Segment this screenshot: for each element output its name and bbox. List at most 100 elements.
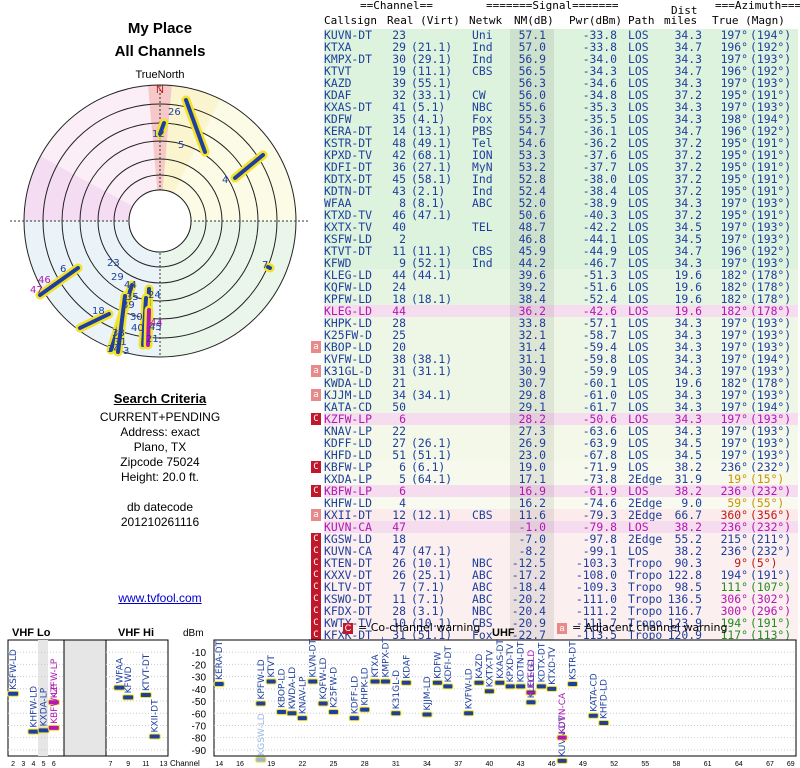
- channel-tick: 3: [21, 761, 25, 768]
- channel-tick: 19: [267, 761, 275, 768]
- header-nm: NM(dB): [514, 14, 554, 27]
- station-bar: [370, 679, 380, 684]
- station-bar: [422, 712, 432, 717]
- criteria-heading: Search Criteria: [113, 391, 207, 406]
- station-bar-label: KMPX-DT: [381, 637, 391, 678]
- station-bar-label: KATA-CD: [589, 673, 599, 711]
- cell-net: ABC: [472, 196, 493, 210]
- cell-virt: (18.1): [411, 292, 453, 306]
- station-bar-label: KSFW-LD: [9, 649, 19, 690]
- station-bar-label: KDTX-DT: [537, 642, 547, 682]
- station-bar: [495, 680, 505, 685]
- station-bar: [329, 710, 339, 715]
- y-tick-label: -60: [192, 709, 207, 720]
- criteria-line: Height: 20.0 ft.: [120, 470, 200, 484]
- radar-channel-label: 23: [107, 258, 120, 269]
- station-bar: [588, 713, 598, 718]
- station-bar-label: KERA-DT: [215, 640, 225, 680]
- station-bar-label: KDFI-DT: [444, 646, 454, 683]
- channel-tick: 64: [735, 761, 743, 768]
- station-bar-label: KBFW-LP: [50, 684, 60, 724]
- criteria-line: CURRENT+PENDING: [99, 410, 221, 424]
- co-channel-warning-icon: C: [311, 569, 321, 581]
- station-bar-label: KPXD-TV: [506, 643, 516, 682]
- spectrum-panel: C = Co-channel warning a = Adjacent chan…: [0, 620, 800, 768]
- station-bar: [443, 684, 453, 689]
- station-bar-label: KTXA: [371, 654, 381, 678]
- station-bar-label: KJJM-LD: [423, 676, 433, 710]
- co-channel-warning-icon: C: [311, 581, 321, 593]
- radar-channel-label: 7: [262, 260, 268, 271]
- channel-tick: 28: [361, 761, 369, 768]
- vhf-gap-panel: [63, 639, 107, 757]
- station-bar-label: KGSW-LD: [257, 713, 267, 755]
- radar-channel-label: 21: [146, 334, 159, 345]
- station-bar-label: KVFW-LD: [465, 668, 475, 709]
- spectrum-chart: VHF Lo VHF Hi UHF dBm -10-20 -30-40-50-60-70 -…: [7, 627, 797, 768]
- station-bar: [114, 685, 125, 690]
- header-pwr: Pwr(dBm): [569, 14, 622, 27]
- station-bar: [140, 692, 151, 697]
- cell-virt: (64.1): [411, 472, 453, 486]
- radar-channel-label: 30: [130, 312, 143, 323]
- channel-tick: 46: [548, 761, 556, 768]
- radar-channel-label: 44: [124, 280, 137, 291]
- channel-tick: 25: [330, 761, 338, 768]
- station-bar-label: KHFD-LD: [600, 679, 610, 719]
- header-azimuth: True (Magn): [712, 14, 785, 27]
- channel-tick: 37: [454, 761, 462, 768]
- y-tick-label: -10: [192, 648, 207, 659]
- left-panel: My Place All Channels TrueNorth N 26 12 …: [0, 0, 320, 620]
- station-bar-label: K25FW-D: [330, 667, 340, 708]
- station-bar-label: KDFF-LD: [350, 676, 360, 714]
- cell-virt: (44.1): [411, 268, 453, 282]
- station-bar: [38, 728, 49, 733]
- station-bar-label: KTVT: [267, 655, 277, 678]
- station-bar-label: KSTR-DT: [569, 641, 579, 680]
- header-callsign: Callsign: [324, 14, 377, 27]
- radar-channel-label: 4: [222, 175, 228, 186]
- station-bar: [380, 679, 390, 684]
- channel-tick: 55: [641, 761, 649, 768]
- adjacent-warning-icon: a: [311, 509, 321, 521]
- group-header-signal: =======Signal=======: [486, 0, 619, 12]
- station-bar: [547, 686, 557, 691]
- channel-tick: 2: [11, 761, 15, 768]
- channel-tick: 67: [766, 761, 774, 768]
- header-miles: miles: [664, 14, 698, 27]
- channel-axis-label: Channel: [170, 759, 200, 768]
- criteria-line: Plano, TX: [133, 440, 187, 454]
- channel-tick: 7: [108, 761, 112, 768]
- y-tick-label: -20: [192, 660, 207, 671]
- group-header-channel: ==Channel==: [360, 0, 433, 12]
- station-bar-label: KXTX-TV: [485, 649, 495, 687]
- y-tick-label: -70: [192, 721, 207, 732]
- station-bar: [568, 681, 578, 686]
- tvfool-link[interactable]: www.tvfool.com: [0, 591, 320, 605]
- north-marker: N: [156, 84, 164, 96]
- band-label-vhf-hi: VHF Hi: [118, 627, 154, 639]
- channel-tick: 52: [610, 761, 618, 768]
- channel-tick: 31: [392, 761, 400, 768]
- station-bar: [287, 711, 297, 716]
- station-bar-label: KQFW-LD: [319, 658, 329, 700]
- radar-channel-label: 24: [148, 290, 161, 301]
- station-bar-label: K31GL-D: [392, 670, 402, 709]
- radar-channel-label: 39: [122, 300, 135, 311]
- channel-tick: 43: [517, 761, 525, 768]
- station-bar: [401, 680, 411, 685]
- cell-virt: (12.1): [411, 508, 453, 522]
- station-bar: [484, 689, 494, 694]
- station-bar: [256, 757, 266, 762]
- db-datecode-label: db datecode: [126, 500, 194, 514]
- radar-channel-label: 34: [107, 344, 120, 355]
- channel-tick: 11: [142, 761, 149, 768]
- y-tick-label: -30: [192, 673, 207, 684]
- station-bar: [557, 758, 567, 763]
- station-bar-label: KHPK-LD: [361, 667, 371, 705]
- station-bar-label: KBOP-LD: [278, 669, 288, 708]
- co-channel-warning-icon: C: [311, 545, 321, 557]
- radar-channel-label: 45: [149, 322, 162, 333]
- station-bar: [526, 700, 536, 705]
- station-bar: [464, 711, 474, 716]
